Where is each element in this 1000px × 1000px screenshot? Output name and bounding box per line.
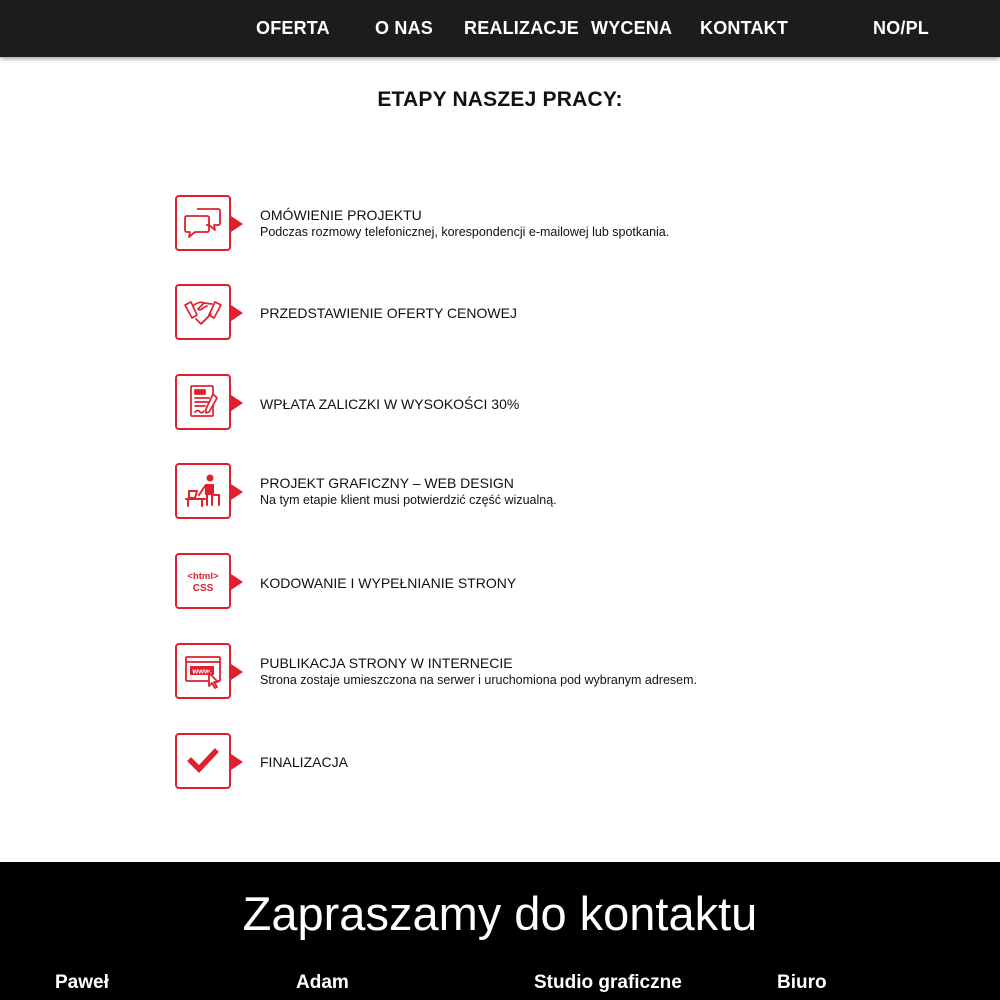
nav-item-oferta[interactable]: OFERTA: [256, 18, 330, 39]
step-description: Strona zostaje umieszczona na serwer i u…: [260, 673, 698, 687]
step-item: FINALIZACJA: [175, 733, 775, 791]
nav-item-realizacje[interactable]: REALIZACJE: [464, 18, 579, 39]
step-text: PROJEKT GRAFICZNY – WEB DESIGN Na tym et…: [260, 474, 780, 509]
step-text: OMÓWIENIE PROJEKTU Podczas rozmowy telef…: [260, 206, 780, 241]
step-item: www. PUBLIKACJA STRONY W INTERNECIE Stro…: [175, 643, 775, 701]
contact-studio: Studio graficzne: [534, 972, 682, 993]
nav-item-kontakt[interactable]: KONTAKT: [700, 18, 788, 39]
step-text: KODOWANIE I WYPEŁNIANIE STRONY: [260, 574, 780, 592]
step-description: Na tym etapie klient musi potwierdzić cz…: [260, 493, 557, 507]
step-item: WPŁATA ZALICZKI W WYSOKOŚCI 30%: [175, 374, 775, 432]
html-css-icon: <html> CSS: [175, 553, 243, 609]
checkmark-icon: [175, 733, 243, 789]
step-title: FINALIZACJA: [260, 754, 348, 770]
step-text: PUBLIKACJA STRONY W INTERNECIE Strona zo…: [260, 654, 780, 689]
step-text: PRZEDSTAWIENIE OFERTY CENOWEJ: [260, 304, 780, 322]
step-item: OMÓWIENIE PROJEKTU Podczas rozmowy telef…: [175, 195, 775, 253]
step-text: WPŁATA ZALICZKI W WYSOKOŚCI 30%: [260, 395, 780, 413]
contact-footer: Zapraszamy do kontaktu Paweł Adam Studio…: [0, 862, 1000, 1000]
step-text: FINALIZACJA: [260, 753, 780, 771]
www-browser-icon: www.: [175, 643, 243, 699]
language-switch[interactable]: NO/PL: [873, 18, 929, 39]
html-icon-text: <html>: [187, 571, 219, 582]
step-item: PROJEKT GRAFICZNY – WEB DESIGN Na tym et…: [175, 463, 775, 521]
contract-document-icon: [175, 374, 243, 430]
designer-at-desk-icon: [175, 463, 243, 519]
step-title: PRZEDSTAWIENIE OFERTY CENOWEJ: [260, 305, 517, 321]
page-title: ETAPY NASZEJ PRACY:: [377, 88, 623, 111]
contact-office: Biuro: [777, 972, 827, 993]
nav-item-o-nas[interactable]: O NAS: [375, 18, 433, 39]
handshake-icon: [175, 284, 243, 340]
contact-name-pawel: Paweł: [55, 972, 109, 993]
step-item: <html> CSS KODOWANIE I WYPEŁNIANIE STRON…: [175, 553, 775, 611]
step-title: WPŁATA ZALICZKI W WYSOKOŚCI 30%: [260, 396, 520, 412]
step-title: PUBLIKACJA STRONY W INTERNECIE: [260, 655, 513, 671]
step-title: OMÓWIENIE PROJEKTU: [260, 207, 422, 223]
footer-title: Zapraszamy do kontaktu: [242, 887, 758, 940]
nav-item-wycena[interactable]: WYCENA: [591, 18, 672, 39]
step-item: PRZEDSTAWIENIE OFERTY CENOWEJ: [175, 284, 775, 342]
contact-name-adam: Adam: [296, 972, 349, 993]
top-navigation: OFERTA O NAS REALIZACJE WYCENA KONTAKT N…: [0, 0, 1000, 57]
step-title: KODOWANIE I WYPEŁNIANIE STRONY: [260, 575, 517, 591]
step-title: PROJEKT GRAFICZNY – WEB DESIGN: [260, 475, 514, 491]
chat-bubbles-icon: [175, 195, 243, 251]
step-description: Podczas rozmowy telefonicznej, korespond…: [260, 225, 670, 239]
css-icon-text: CSS: [193, 583, 214, 594]
